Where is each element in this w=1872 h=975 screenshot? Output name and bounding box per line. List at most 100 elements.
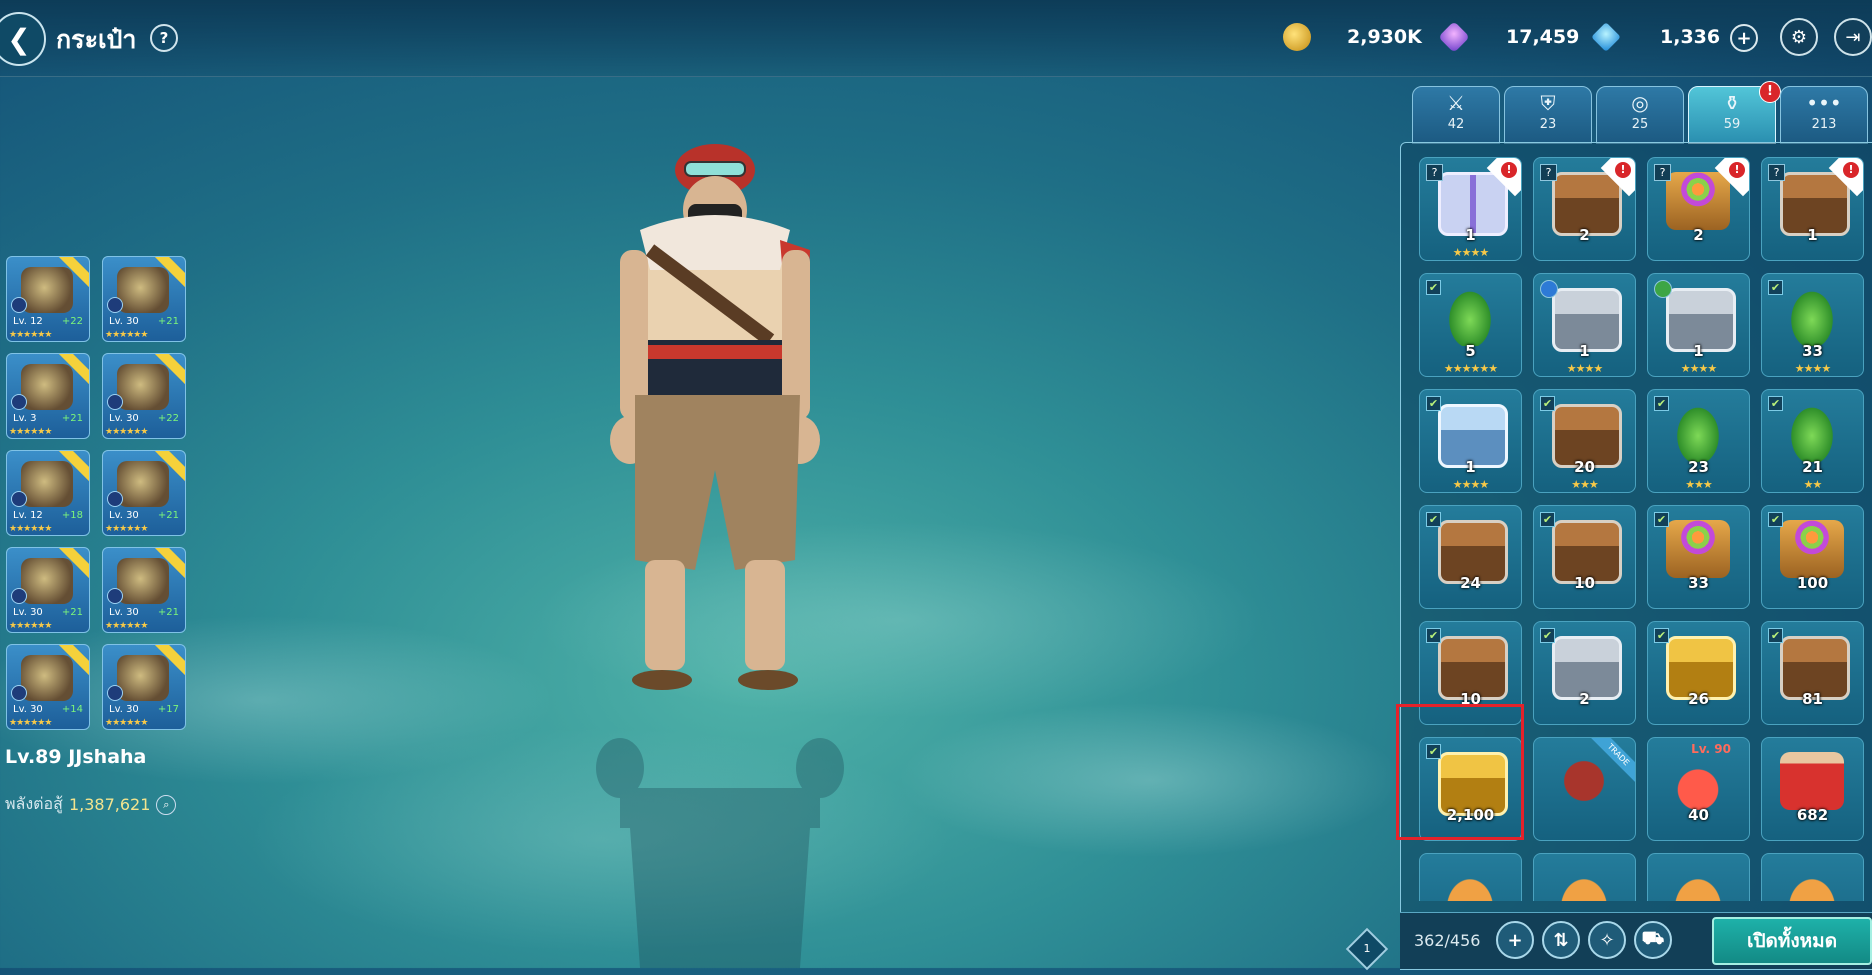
inventory-item-slot[interactable]: 1 ★★★★ xyxy=(1647,273,1750,377)
checkbox[interactable]: ✔ xyxy=(1768,628,1783,643)
element-icon xyxy=(11,394,27,410)
inventory-item-slot[interactable]: ✔ 33 ★★★★ xyxy=(1761,273,1864,377)
equipment-slot[interactable]: Lv. 30 +21 ★★★★★★ xyxy=(102,256,186,342)
inventory-item-slot[interactable] xyxy=(1419,853,1522,901)
add-diamond-button[interactable]: + xyxy=(1730,24,1758,52)
checkbox[interactable]: ✔ xyxy=(1426,744,1441,759)
inventory-item-slot[interactable]: ✔ 81 xyxy=(1761,621,1864,725)
expand-capacity-button[interactable]: + xyxy=(1496,921,1534,959)
checkbox[interactable]: ✔ xyxy=(1540,512,1555,527)
equipment-slot[interactable]: Lv. 12 +22 ★★★★★★ xyxy=(6,256,90,342)
sort-button[interactable]: ⇅ xyxy=(1542,921,1580,959)
sword-icon: ⚔ xyxy=(1447,91,1465,115)
magnifier-icon[interactable]: ⌕ xyxy=(156,794,177,815)
equip-stars: ★★★★★★ xyxy=(105,621,148,631)
equip-stars: ★★★★★★ xyxy=(105,330,148,340)
blue-diamond-icon xyxy=(1591,22,1621,52)
new-alert-badge: ! xyxy=(1501,162,1517,178)
tab-weapons[interactable]: ⚔ 42 xyxy=(1412,86,1500,144)
inventory-item-slot[interactable]: ?! 1 ★★★★ xyxy=(1419,157,1522,261)
equipment-slot[interactable]: Lv. 30 +21 ★★★★★★ xyxy=(6,547,90,633)
shield-icon: ⛨ xyxy=(1540,91,1556,115)
back-button[interactable]: ❮ xyxy=(0,12,46,66)
inventory-item-slot[interactable]: ✔ 23 ★★★ xyxy=(1647,389,1750,493)
inventory-item-slot[interactable] xyxy=(1761,853,1864,901)
necklace-icon xyxy=(21,267,73,313)
element-icon xyxy=(107,297,123,313)
inventory-item-slot[interactable]: ✔ 2,100 xyxy=(1419,737,1522,841)
water-element-icon xyxy=(1540,280,1558,298)
hammer-icon xyxy=(117,267,169,313)
checkbox[interactable]: ✔ xyxy=(1654,512,1669,527)
inventory-item-slot[interactable]: ✔ 21 ★★ xyxy=(1761,389,1864,493)
combat-power: พลังต่อสู้ 1,387,621 ⌕ xyxy=(5,792,177,817)
inventory-item-slot[interactable]: ✔ 20 ★★★ xyxy=(1533,389,1636,493)
equipment-slot[interactable]: Lv. 12 +18 ★★★★★★ xyxy=(6,450,90,536)
inventory-item-slot[interactable] xyxy=(1647,853,1750,901)
inventory-item-slot[interactable]: ✔ 10 xyxy=(1533,505,1636,609)
equip-level: Lv. 30 xyxy=(13,607,43,618)
inventory-item-slot[interactable]: TRADE xyxy=(1533,737,1636,841)
inventory-item-slot[interactable]: ✔ 33 xyxy=(1647,505,1750,609)
inventory-item-slot[interactable]: ✔ 5 ★★★★★★ xyxy=(1419,273,1522,377)
equip-stars: ★★★★★★ xyxy=(9,330,52,340)
clean-button[interactable]: ✧ xyxy=(1588,921,1626,959)
inventory-item-slot[interactable]: ?! 2 xyxy=(1647,157,1750,261)
inventory-item-slot[interactable]: ✔ 10 xyxy=(1419,621,1522,725)
food-icon xyxy=(1666,868,1730,901)
inventory-item-slot[interactable]: ✔ 24 xyxy=(1419,505,1522,609)
tab-armor[interactable]: ⛨ 23 xyxy=(1504,86,1592,144)
inventory-item-slot[interactable]: 682 xyxy=(1761,737,1864,841)
checkbox[interactable]: ✔ xyxy=(1426,396,1441,411)
checkbox[interactable]: ✔ xyxy=(1768,396,1783,411)
tab-count: 25 xyxy=(1631,117,1649,132)
inventory-item-slot[interactable]: ?! 1 xyxy=(1761,157,1864,261)
element-icon xyxy=(107,394,123,410)
checkbox[interactable]: ✔ xyxy=(1654,396,1669,411)
tab-consumables[interactable]: ⚱ 59 ! xyxy=(1688,81,1781,144)
plus-icon: + xyxy=(1507,929,1523,951)
tab-accessories[interactable]: ◎ 25 xyxy=(1596,86,1684,144)
exit-button[interactable]: ⇥ xyxy=(1834,18,1872,56)
item-stars: ★★★★ xyxy=(1680,362,1717,375)
item-count: 33 xyxy=(1802,342,1823,360)
item-count: 1 xyxy=(1465,458,1476,476)
inventory-item-slot[interactable]: Lv. 90 40 xyxy=(1647,737,1750,841)
equipment-slot[interactable]: Lv. 30 +22 ★★★★★★ xyxy=(102,353,186,439)
checkbox[interactable]: ✔ xyxy=(1426,512,1441,527)
equipment-slot[interactable]: Lv. 30 +21 ★★★★★★ xyxy=(102,450,186,536)
tab-alert-badge: ! xyxy=(1759,81,1781,103)
help-button[interactable]: ? xyxy=(150,24,178,52)
inventory-footer: 362/456 + ⇅ ✧ ⛟ เปิดทั้งหมด xyxy=(1400,912,1872,969)
equipment-slot[interactable]: Lv. 30 +17 ★★★★★★ xyxy=(102,644,186,730)
gold-coin-icon xyxy=(1283,23,1311,51)
inventory-item-slot[interactable]: ✔ 2 xyxy=(1533,621,1636,725)
checkbox[interactable]: ✔ xyxy=(1540,396,1555,411)
checkbox[interactable]: ✔ xyxy=(1654,628,1669,643)
earring-icon xyxy=(21,364,73,410)
checkbox[interactable]: ✔ xyxy=(1540,628,1555,643)
checkbox[interactable]: ✔ xyxy=(1768,512,1783,527)
equip-level: Lv. 30 xyxy=(109,413,139,424)
open-all-button[interactable]: เปิดทั้งหมด xyxy=(1712,917,1872,965)
inventory-item-slot[interactable]: ?! 2 xyxy=(1533,157,1636,261)
equipment-slot[interactable]: Lv. 30 +14 ★★★★★★ xyxy=(6,644,90,730)
checkbox[interactable]: ✔ xyxy=(1426,628,1441,643)
inventory-item-slot[interactable] xyxy=(1533,853,1636,901)
exit-icon: ⇥ xyxy=(1845,26,1861,48)
inventory-item-slot[interactable]: ✔ 1 ★★★★ xyxy=(1419,389,1522,493)
page-title: กระเป๋า xyxy=(56,25,137,54)
inventory-item-slot[interactable]: 1 ★★★★ xyxy=(1533,273,1636,377)
sell-button[interactable]: ⛟ xyxy=(1634,921,1672,959)
inventory-item-slot[interactable]: ✔ 26 xyxy=(1647,621,1750,725)
inventory-item-slot[interactable]: ✔ 100 xyxy=(1761,505,1864,609)
diamond-currency: 1,336 xyxy=(1591,22,1720,52)
equipment-slot[interactable]: Lv. 3 +21 ★★★★★★ xyxy=(6,353,90,439)
equipment-slot[interactable]: Lv. 30 +21 ★★★★★★ xyxy=(102,547,186,633)
tab-misc[interactable]: ••• 213 xyxy=(1780,86,1868,144)
character-model[interactable] xyxy=(550,140,880,720)
checkbox[interactable]: ✔ xyxy=(1768,280,1783,295)
inventory-panel: ?! 1 ★★★★?! 2?! 2?! 1 ✔ 5 ★★★★★★ 1 ★★★★ 1 ★★★★ ✔ 33 ★★★… xyxy=(1400,142,1872,970)
settings-button[interactable]: ⚙ xyxy=(1780,18,1818,56)
checkbox[interactable]: ✔ xyxy=(1426,280,1441,295)
